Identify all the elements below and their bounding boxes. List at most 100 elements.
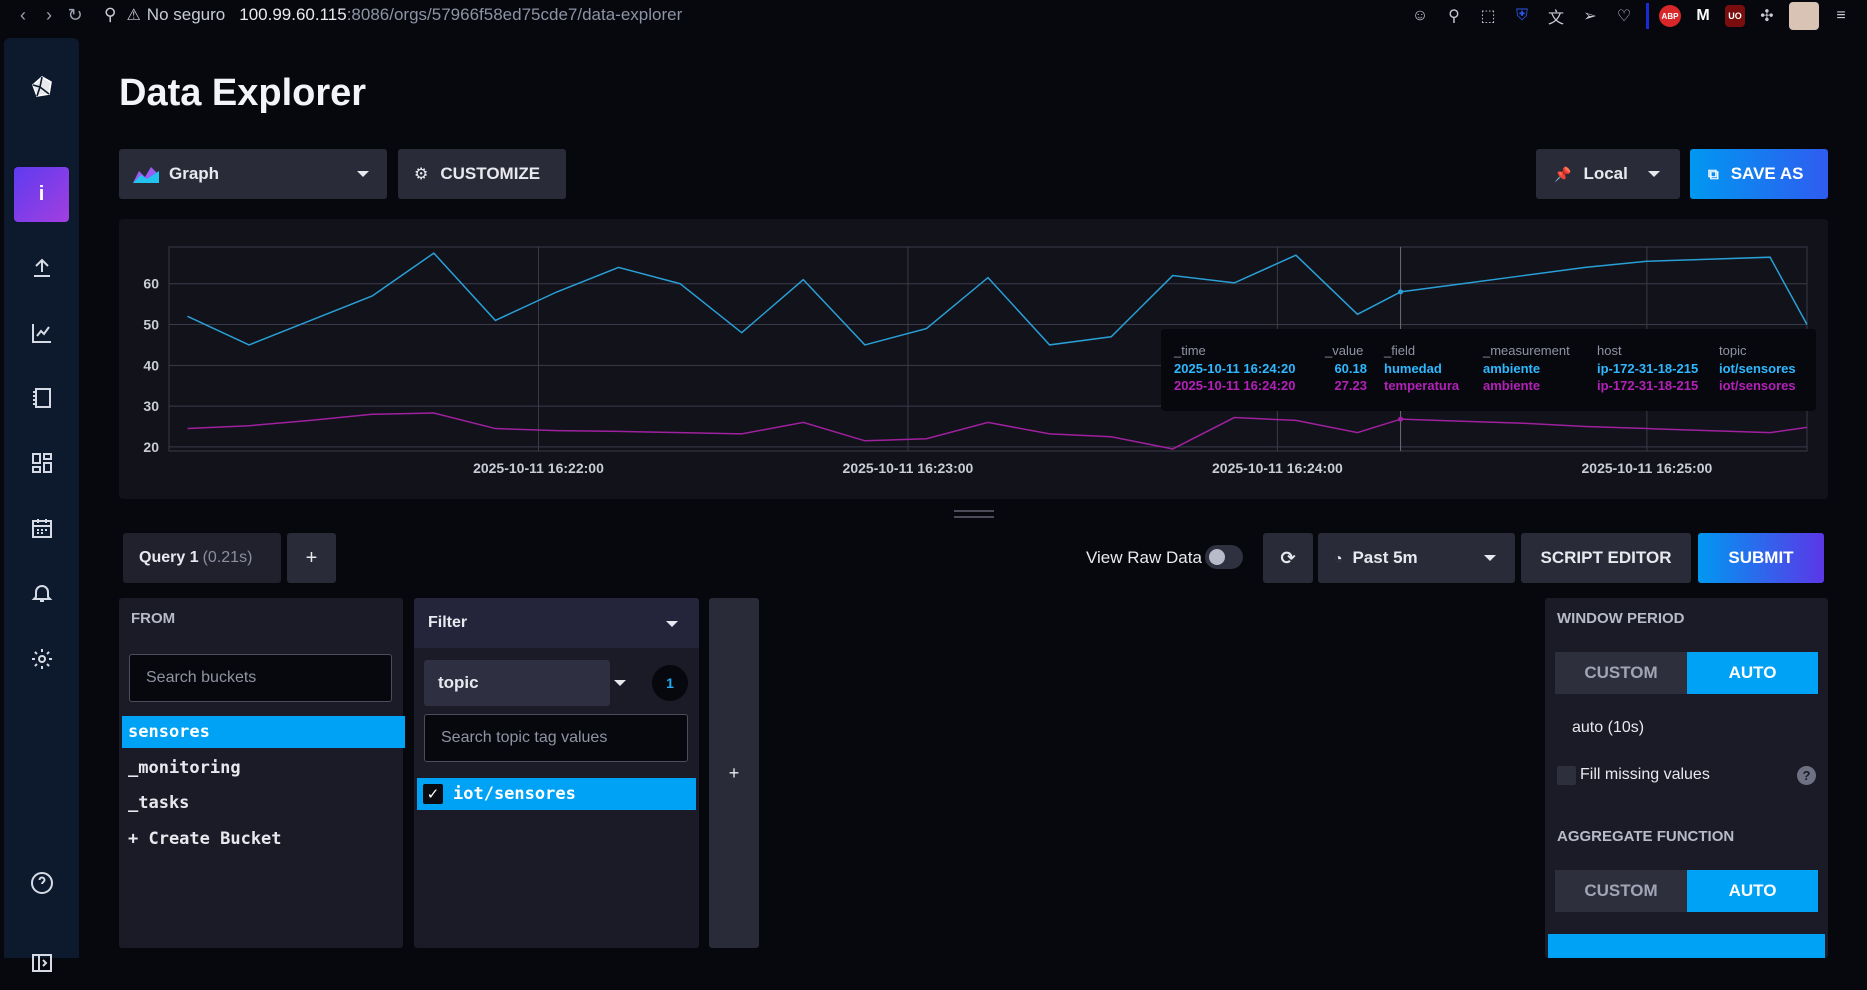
tooltip-cell: ambiente	[1483, 361, 1541, 376]
create-bucket-link[interactable]: + Create Bucket	[122, 823, 405, 855]
extensions-bar: ☺ ⚲ ⬚ ⛨ 文 ➢ ♡ ABP M UO ✣ ≡	[1408, 2, 1853, 30]
aggregate-auto-button[interactable]: AUTO	[1687, 870, 1818, 912]
settings-gear-icon[interactable]	[4, 632, 79, 686]
window-auto-button[interactable]: AUTO	[1687, 652, 1818, 694]
refresh-icon: ⟳	[1280, 547, 1296, 568]
puzzle-icon[interactable]: ✣	[1755, 4, 1779, 28]
aggregate-function-header: AGGREGATE FUNCTION	[1557, 828, 1735, 845]
heart-icon[interactable]: ♡	[1612, 4, 1636, 28]
page-title: Data Explorer	[119, 72, 367, 114]
ublock-icon[interactable]: UO	[1725, 5, 1745, 27]
submit-button[interactable]: SUBMIT	[1698, 533, 1824, 583]
filter-panel: Filter topic 1 Search topic tag values ✓…	[414, 598, 699, 948]
series-line-temperatura	[187, 412, 1808, 450]
chevron-down-icon	[614, 680, 626, 686]
shield-icon[interactable]: ⛨	[1510, 4, 1534, 28]
timezone-label: Local	[1583, 164, 1628, 183]
upload-icon[interactable]	[4, 241, 79, 295]
y-tick-label: 60	[143, 276, 159, 292]
tooltip-header: _value	[1325, 343, 1364, 358]
add-query-button[interactable]: +	[287, 533, 336, 583]
query-tab[interactable]: Query 1 (0.21s)	[123, 533, 281, 583]
customize-button[interactable]: ⚙ CUSTOMIZE	[398, 149, 566, 199]
save-as-button[interactable]: ⧉ SAVE AS	[1690, 149, 1828, 199]
search-tag-values-input[interactable]: Search topic tag values	[424, 714, 688, 762]
tooltip-cell: 60.18	[1334, 361, 1367, 376]
screenshot-icon[interactable]: ⬚	[1476, 4, 1500, 28]
timezone-dropdown[interactable]: 📌 Local	[1536, 149, 1680, 199]
url-host: 100.99.60.115	[239, 5, 347, 24]
help-icon[interactable]: ?	[1797, 766, 1816, 785]
profile-avatar[interactable]	[1789, 2, 1819, 30]
save-as-label: SAVE AS	[1730, 164, 1804, 183]
help-icon[interactable]	[4, 856, 79, 910]
tag-value-item[interactable]: ✓ iot/sensores	[417, 778, 696, 810]
forward-icon[interactable]: ›	[36, 2, 62, 28]
resize-handle[interactable]	[954, 510, 994, 518]
send-icon[interactable]: ➢	[1578, 4, 1602, 28]
tooltip-cell: 2025-10-11 16:24:20	[1174, 361, 1296, 376]
tooltip-col-measurement: _measurement ambiente ambiente	[1483, 343, 1570, 395]
tag-key-dropdown[interactable]: topic	[424, 660, 626, 706]
hover-point-humedad	[1398, 289, 1404, 295]
security-label: No seguro	[146, 5, 226, 24]
aggregate-custom-button[interactable]: CUSTOM	[1555, 870, 1687, 912]
tooltip-header: _field	[1384, 343, 1416, 358]
filter-header: Filter	[428, 614, 468, 631]
chevron-down-icon	[357, 171, 369, 177]
clock-icon: ◔	[1334, 550, 1343, 566]
y-tick-label: 50	[143, 317, 159, 333]
filter-type-dropdown[interactable]: Filter	[414, 598, 699, 648]
bucket-item[interactable]: sensores	[122, 716, 405, 748]
tooltip-header: topic	[1719, 343, 1747, 358]
vis-type-dropdown[interactable]: Graph	[119, 149, 387, 199]
address-bar[interactable]: ⚲ ⚠ No seguro 100.99.60.115:8086/orgs/57…	[104, 5, 682, 25]
tooltip-cell: ip-172-31-18-215	[1597, 378, 1699, 393]
checkbox-checked-icon[interactable]: ✓	[423, 784, 443, 804]
x-tick-label: 2025-10-11 16:24:00	[1212, 460, 1343, 476]
tooltip-col-value: _value 60.18 27.23	[1325, 343, 1367, 395]
search-buckets-input[interactable]: Search buckets	[129, 654, 392, 702]
y-tick-label: 40	[143, 357, 159, 373]
external-link-icon: ⧉	[1708, 165, 1719, 183]
fill-missing-label: Fill missing values	[1580, 766, 1710, 783]
from-panel: FROM Search buckets sensores _monitoring…	[119, 598, 405, 948]
from-header: FROM	[131, 610, 176, 627]
bucket-item[interactable]: _monitoring	[122, 752, 405, 784]
site-info-icon[interactable]: ⚲	[104, 5, 116, 25]
emoji-icon[interactable]: ☺	[1408, 4, 1432, 28]
tooltip-header: _time	[1174, 343, 1206, 358]
view-raw-toggle[interactable]	[1205, 545, 1243, 569]
hover-point-temperatura	[1398, 416, 1404, 422]
influx-logo-icon[interactable]	[4, 60, 79, 114]
tooltip-cell: iot/sensores	[1719, 361, 1796, 376]
malwarebytes-icon[interactable]: M	[1691, 4, 1715, 28]
tooltip-header: host	[1597, 343, 1622, 358]
view-raw-label: View Raw Data	[1086, 548, 1202, 567]
pin-icon[interactable]: ⚲	[1442, 4, 1466, 28]
getting-started-icon[interactable]: i	[14, 167, 69, 222]
dashboards-icon[interactable]	[4, 436, 79, 490]
window-custom-button[interactable]: CUSTOM	[1555, 652, 1687, 694]
alerts-bell-icon[interactable]	[4, 566, 79, 620]
auto-window-value: auto (10s)	[1572, 719, 1645, 736]
menu-icon[interactable]: ≡	[1829, 4, 1853, 28]
script-editor-button[interactable]: SCRIPT EDITOR	[1521, 533, 1691, 583]
translate-icon[interactable]: 文	[1544, 4, 1568, 28]
tag-value-label: iot/sensores	[453, 784, 576, 804]
bucket-item[interactable]: _tasks	[122, 787, 405, 819]
reload-icon[interactable]: ↻	[62, 2, 88, 28]
add-filter-button[interactable]: +	[709, 598, 759, 948]
tooltip-col-topic: topic iot/sensores iot/sensores	[1719, 343, 1796, 395]
fill-missing-checkbox[interactable]	[1557, 766, 1576, 785]
time-range-label: Past 5m	[1352, 548, 1418, 567]
collapse-sidebar-icon[interactable]	[4, 936, 79, 990]
aggregate-list-item[interactable]	[1548, 934, 1825, 958]
notebook-icon[interactable]	[4, 371, 79, 425]
back-icon[interactable]: ‹	[10, 2, 36, 28]
refresh-button[interactable]: ⟳	[1263, 533, 1313, 583]
data-explorer-icon[interactable]	[4, 306, 79, 360]
adblock-icon[interactable]: ABP	[1659, 5, 1681, 27]
tasks-calendar-icon[interactable]	[4, 501, 79, 555]
time-range-dropdown[interactable]: ◔ Past 5m	[1318, 533, 1515, 583]
